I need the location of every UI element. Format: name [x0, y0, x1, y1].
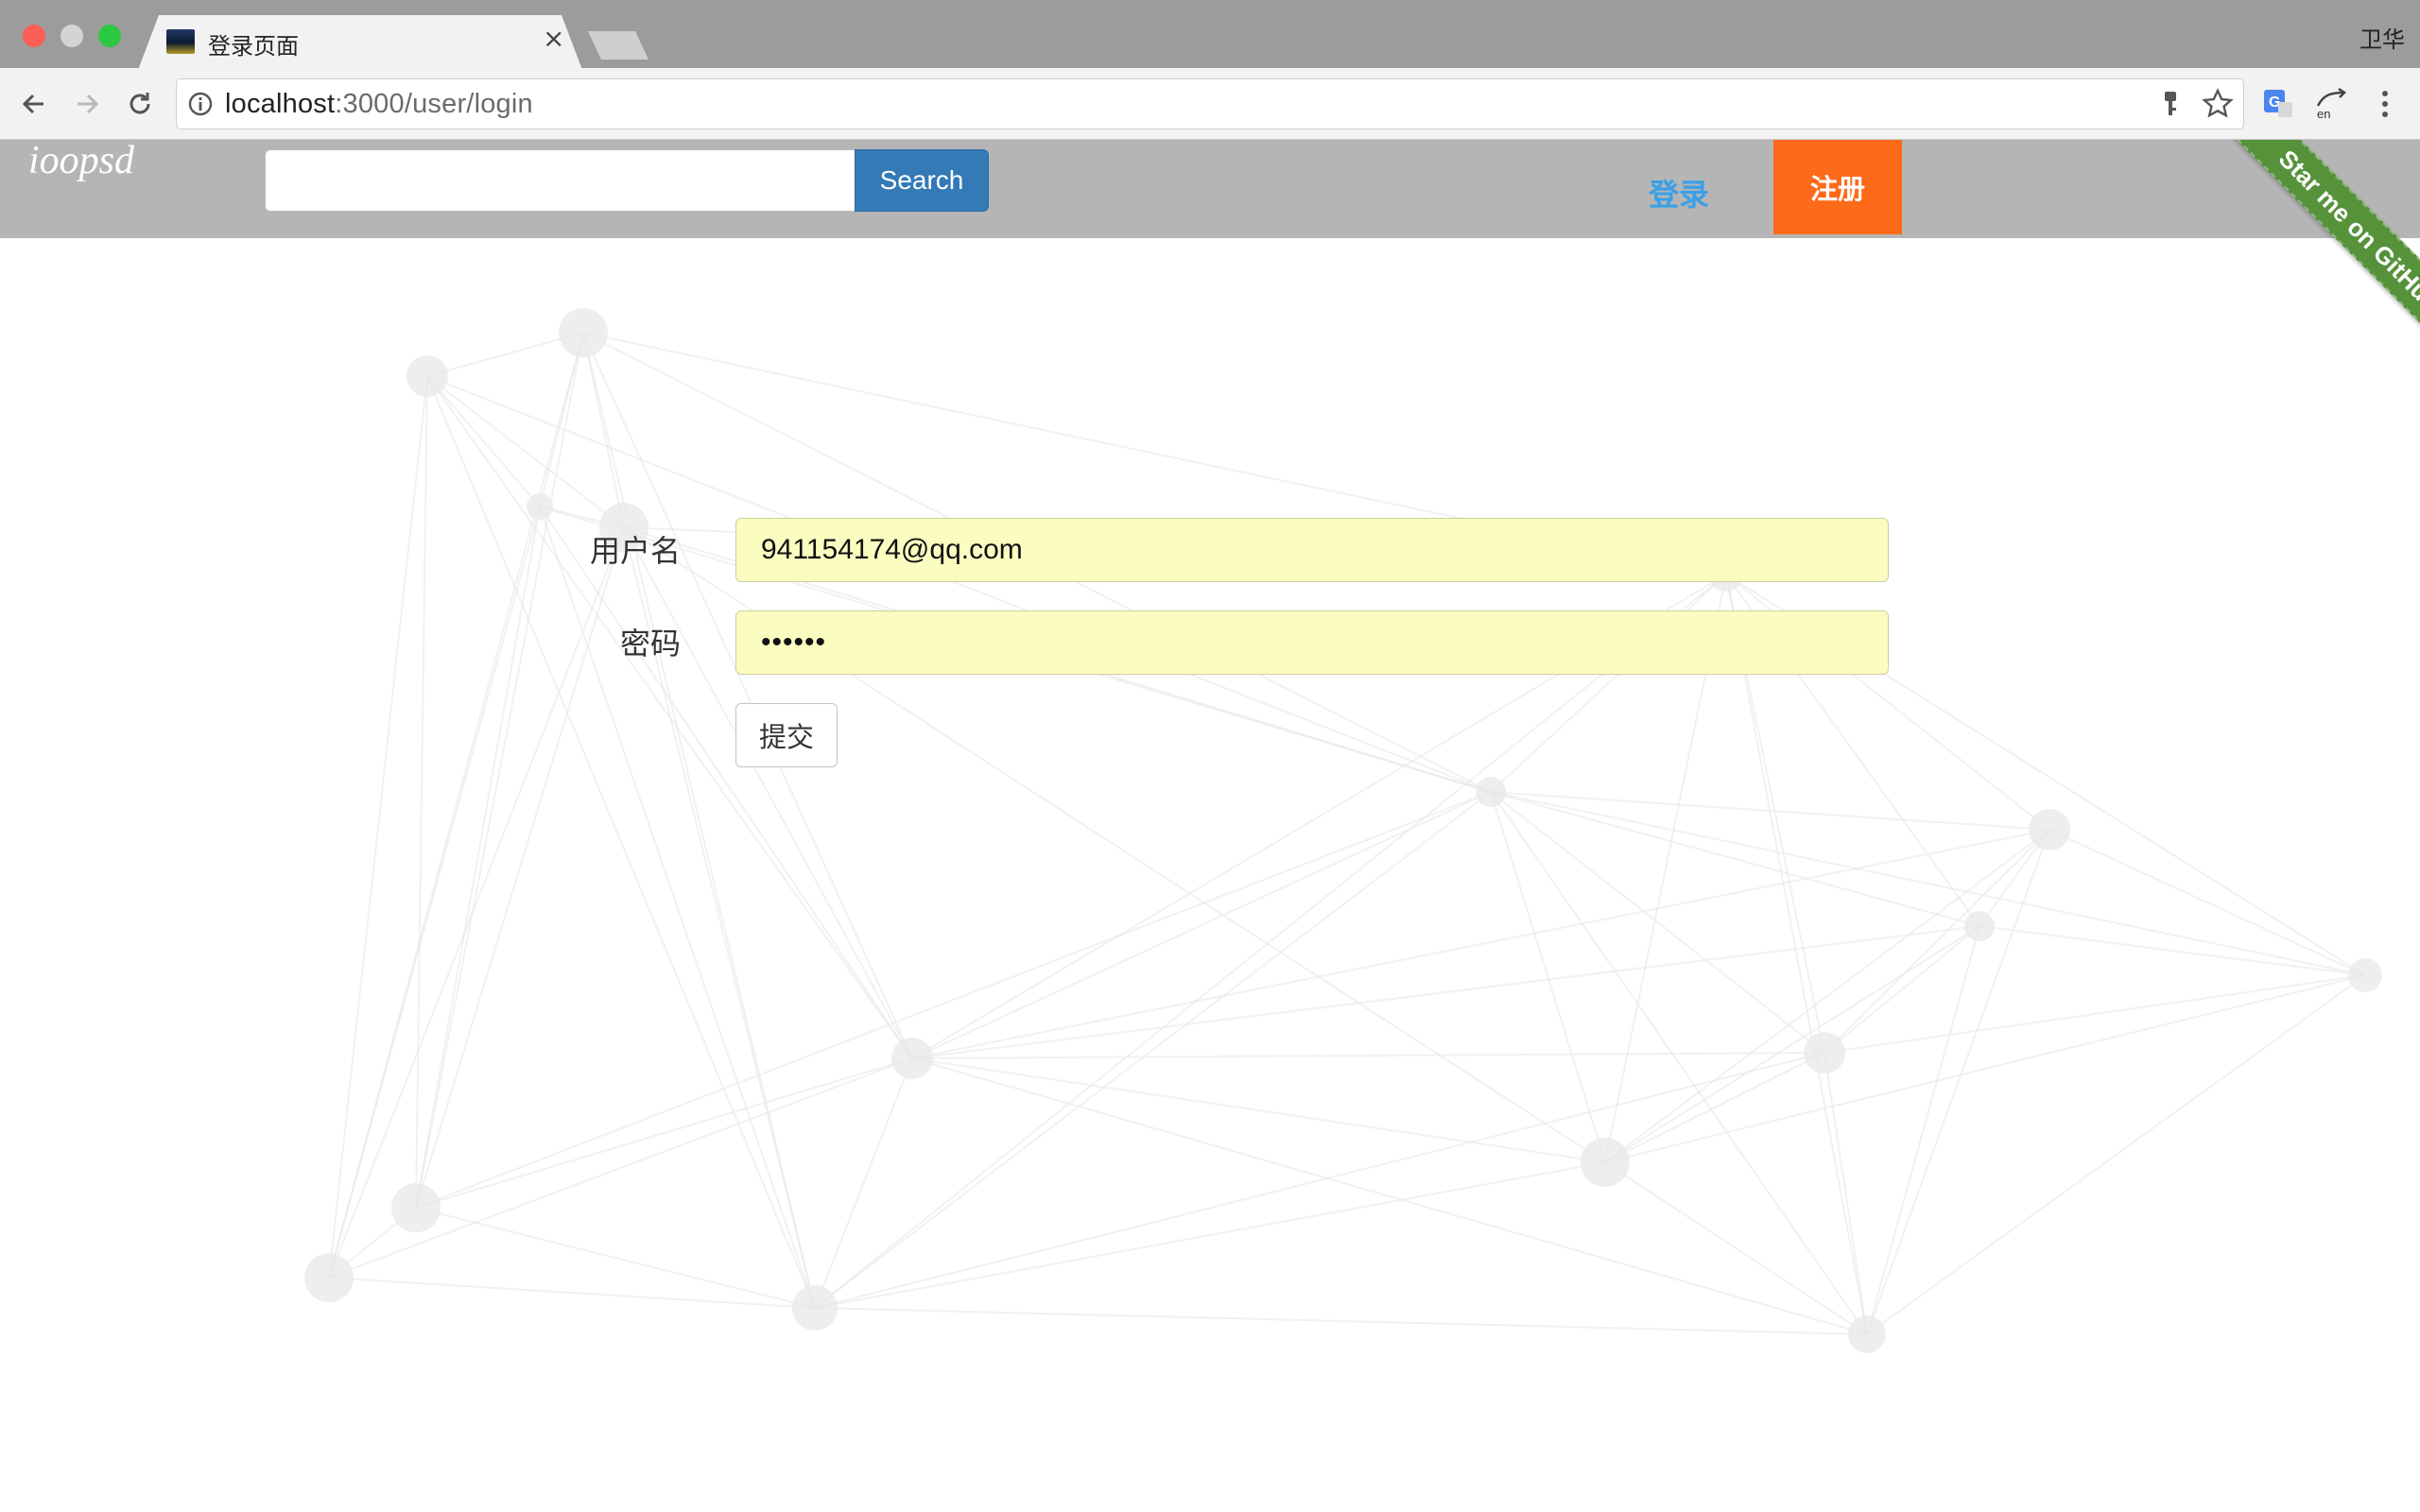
- network-edge: [1490, 574, 1727, 793]
- profile-name[interactable]: 卫华: [2360, 21, 2405, 54]
- network-edge: [426, 375, 541, 507]
- bookmark-star-icon[interactable]: [2201, 87, 2235, 121]
- network-node: [1476, 777, 1506, 807]
- github-ribbon[interactable]: Star me on GitHub: [2222, 140, 2420, 357]
- forward-button[interactable]: [66, 83, 108, 125]
- network-edge: [911, 791, 1492, 1059]
- network-edge: [2048, 829, 2366, 976]
- github-ribbon-container: Star me on GitHub: [2203, 140, 2420, 357]
- network-edge: [415, 1207, 816, 1309]
- network-edge: [814, 1052, 1825, 1309]
- url-path: :3000/user/login: [335, 89, 533, 119]
- network-edge: [1824, 1052, 1868, 1335]
- back-arrow-icon: [22, 94, 43, 114]
- network-edge: [415, 375, 428, 1209]
- network-edge: [415, 791, 1492, 1209]
- active-tab[interactable]: [138, 15, 582, 70]
- password-label: 密码: [619, 626, 681, 662]
- network-edge: [911, 829, 2050, 1059]
- network-node: [1848, 1315, 1886, 1353]
- network-edge: [415, 506, 541, 1209]
- register-button[interactable]: 注册: [1773, 140, 1902, 234]
- key-icon[interactable]: [2157, 89, 2184, 119]
- translate-extension-icon[interactable]: G: [2261, 87, 2295, 121]
- menu-kebab-icon[interactable]: [2371, 87, 2399, 121]
- reload-icon: [130, 93, 150, 114]
- username-input[interactable]: 941154174@qq.com: [735, 518, 1889, 582]
- network-edge: [328, 1277, 816, 1309]
- tab-title: 登录页面: [208, 33, 299, 60]
- network-edge: [814, 1307, 1868, 1335]
- svg-text:en: en: [2317, 107, 2330, 121]
- submit-button[interactable]: 提交: [735, 703, 838, 767]
- network-node: [1964, 911, 1995, 941]
- network-edge: [1604, 829, 2050, 1163]
- network-edge: [623, 526, 913, 1059]
- search-button[interactable]: Search: [855, 149, 989, 212]
- network-edge: [415, 332, 584, 1209]
- network-node: [2348, 958, 2382, 992]
- network-edge: [415, 1057, 913, 1209]
- network-edge: [1490, 791, 1606, 1163]
- network-edge: [1490, 791, 2050, 831]
- network-edge: [426, 375, 1492, 793]
- network-edge: [1604, 1052, 1825, 1163]
- network-edge: [1604, 1161, 1868, 1335]
- network-background: [304, 308, 2382, 1353]
- dictionary-extension-icon[interactable]: en: [2314, 87, 2350, 121]
- forward-arrow-icon: [78, 94, 99, 114]
- network-edge: [911, 1057, 1868, 1335]
- network-edge: [582, 332, 913, 1059]
- site-info-icon[interactable]: [187, 91, 214, 117]
- network-node: [1581, 1138, 1630, 1187]
- network-node: [559, 308, 608, 357]
- network-node: [2029, 809, 2070, 850]
- network-edge: [1490, 791, 2366, 976]
- network-edge: [814, 574, 1727, 1309]
- reload-button[interactable]: [119, 83, 161, 125]
- network-edge: [426, 375, 625, 528]
- network-edge: [1979, 925, 2366, 976]
- network-node: [391, 1183, 441, 1232]
- favicon-icon: [166, 29, 195, 54]
- network-node: [1804, 1032, 1845, 1074]
- network-edge: [1604, 974, 2366, 1163]
- network-node: [891, 1038, 933, 1079]
- minimize-window-button[interactable]: [60, 25, 83, 47]
- network-node: [406, 355, 448, 397]
- search-input[interactable]: [265, 149, 856, 212]
- brand-logo[interactable]: ioopsd: [28, 138, 134, 183]
- login-link[interactable]: 登录: [1649, 171, 1709, 215]
- maximize-window-button[interactable]: [98, 25, 121, 47]
- url-text: localhost:3000/user/login: [225, 89, 533, 120]
- network-edge: [911, 1052, 1825, 1059]
- url-host: localhost: [225, 89, 336, 119]
- back-button[interactable]: [13, 83, 55, 125]
- network-edge: [1866, 974, 2366, 1335]
- network-edge: [1866, 829, 2050, 1335]
- network-edge: [814, 1161, 1606, 1309]
- tab-close-icon[interactable]: ×: [543, 25, 564, 53]
- network-node: [304, 1253, 354, 1302]
- close-window-button[interactable]: [23, 25, 45, 47]
- password-input[interactable]: ••••••: [735, 610, 1889, 675]
- network-edge: [328, 375, 428, 1279]
- network-node: [792, 1285, 838, 1331]
- username-label: 用户名: [589, 533, 681, 569]
- network-edge: [582, 332, 816, 1309]
- network-node: [527, 493, 553, 520]
